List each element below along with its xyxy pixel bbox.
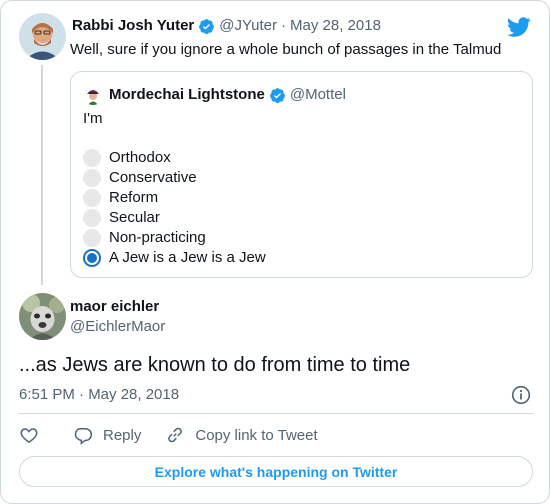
poll-option: Secular (83, 208, 266, 228)
quoted-author-handle: @Mottel (289, 86, 346, 103)
copy-link-label: Copy link to Tweet (195, 426, 318, 444)
radio-unselected-icon (83, 229, 101, 247)
quoted-tweet-header: Mordechai Lightstone @Mottel (109, 86, 346, 104)
poll-option-label: Conservative (109, 169, 197, 186)
poll-option: Reform (83, 188, 266, 208)
poll-option-label: Reform (109, 189, 159, 206)
poll-option-label: Non-practicing (109, 229, 206, 246)
divider (19, 413, 533, 414)
copy-link-button[interactable]: Copy link to Tweet (165, 425, 318, 445)
radio-selected-icon (83, 249, 101, 267)
separator-dot: · (281, 17, 287, 34)
explore-twitter-button[interactable]: Explore what's happening on Twitter (19, 456, 533, 487)
poll-option: Orthodox (83, 148, 266, 168)
verified-badge-icon (198, 18, 215, 35)
parent-tweet-date[interactable]: May 28, 2018 (290, 17, 381, 35)
quoted-tweet[interactable]: Mordechai Lightstone @Mottel I'm Orthodo… (70, 71, 533, 278)
heart-icon (20, 428, 38, 443)
like-button[interactable] (19, 425, 49, 445)
poll-option: Conservative (83, 168, 266, 188)
tweet-timestamp[interactable]: 6:51 PM · May 28, 2018 (19, 385, 179, 405)
quoted-tweet-text: I'm (83, 110, 103, 127)
verified-badge-icon (269, 87, 286, 104)
reply-label: Reply (103, 426, 142, 444)
poll-option-label: Orthodox (109, 149, 171, 166)
poll-option-selected: A Jew is a Jew is a Jew (83, 248, 266, 268)
radio-unselected-icon (83, 169, 101, 187)
main-author-name[interactable]: maor eichler (70, 297, 159, 317)
parent-tweet-text: Well, sure if you ignore a whole bunch o… (70, 41, 502, 58)
twitter-bird-icon[interactable] (506, 15, 531, 39)
tweet-embed-card: Rabbi Josh Yuter @JYuter · May 28, 2018 … (0, 0, 550, 504)
poll: Orthodox Conservative Reform Secular Non… (83, 148, 266, 268)
info-icon[interactable] (511, 385, 531, 405)
reply-bubble-icon (74, 428, 93, 445)
poll-option-label: A Jew is a Jew is a Jew (109, 249, 266, 266)
poll-option: Non-practicing (83, 228, 266, 248)
main-author-avatar[interactable] (19, 293, 66, 340)
main-tweet-text: ...as Jews are known to do from time to … (19, 354, 411, 376)
parent-author-handle[interactable]: @JYuter (219, 17, 277, 35)
poll-option-label: Secular (109, 209, 160, 226)
reply-button[interactable]: Reply (73, 425, 141, 445)
radio-unselected-icon (83, 149, 101, 167)
tweet-actions: Reply Copy link to Tweet (19, 423, 342, 447)
parent-tweet-header: Rabbi Josh Yuter @JYuter · May 28, 2018 (72, 17, 381, 35)
main-author-handle[interactable]: @EichlerMaor (70, 317, 165, 337)
parent-avatar[interactable] (19, 13, 66, 60)
quoted-author-name: Mordechai Lightstone (109, 86, 265, 103)
radio-unselected-icon (83, 209, 101, 227)
thread-line (41, 65, 43, 285)
link-icon (168, 427, 183, 443)
parent-author-name[interactable]: Rabbi Josh Yuter (72, 17, 194, 35)
quoted-author-avatar (83, 85, 103, 105)
radio-unselected-icon (83, 189, 101, 207)
